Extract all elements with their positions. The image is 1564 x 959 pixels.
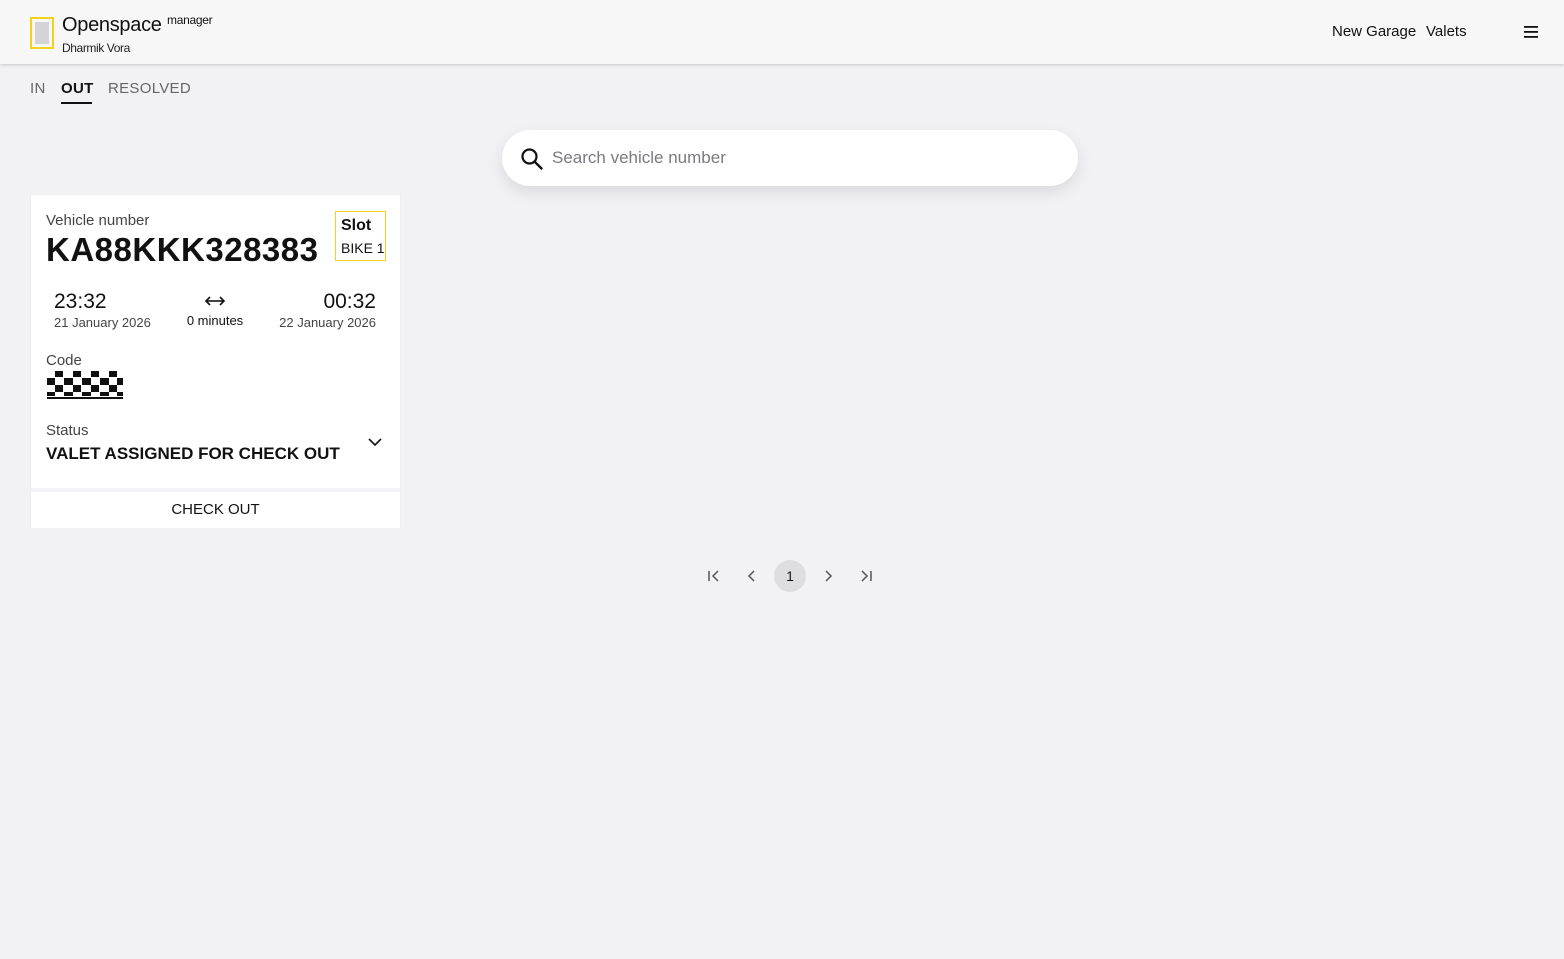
hamburger-menu-icon[interactable] xyxy=(1522,24,1540,40)
active-tab-indicator xyxy=(61,102,92,104)
first-page-button[interactable] xyxy=(698,560,730,592)
vehicle-number-label: Vehicle number xyxy=(46,212,150,229)
last-page-icon xyxy=(861,570,872,582)
vehicle-number: KA88KKK328383 xyxy=(46,231,319,268)
search-input[interactable] xyxy=(550,138,1050,178)
nav-new-garage[interactable]: New Garage xyxy=(1332,23,1416,40)
code-label: Code xyxy=(46,352,82,369)
slot-badge: Slot BIKE 1 xyxy=(335,211,386,261)
search-bar xyxy=(502,130,1078,186)
status-value: VALET ASSIGNED FOR CHECK OUT xyxy=(46,444,340,463)
status-label: Status xyxy=(46,422,89,439)
time-in: 23:32 xyxy=(54,290,107,313)
tab-out[interactable]: OUT xyxy=(61,80,94,97)
chevron-left-icon xyxy=(747,570,755,582)
tab-resolved[interactable]: RESOLVED xyxy=(108,80,191,97)
first-page-icon xyxy=(708,570,719,582)
logo[interactable] xyxy=(30,17,54,49)
duration-arrow-icon xyxy=(204,296,226,306)
vehicle-card: Vehicle number KA88KKK328383 Slot BIKE 1… xyxy=(30,194,401,528)
check-out-button[interactable]: CHECK OUT xyxy=(31,492,400,528)
app-header: Openspace manager Dharmik Vora New Garag… xyxy=(0,0,1564,64)
last-page-button[interactable] xyxy=(850,560,882,592)
chevron-right-icon xyxy=(825,570,833,582)
search-icon xyxy=(521,148,543,170)
date-out: 22 January 2026 xyxy=(279,315,376,330)
time-out: 00:32 xyxy=(323,290,376,313)
prev-page-button[interactable] xyxy=(736,560,768,592)
duration: 0 minutes xyxy=(186,313,244,328)
brand-tag: manager xyxy=(167,13,213,27)
slot-value: BIKE 1 xyxy=(341,240,385,256)
brand-title[interactable]: Openspace xyxy=(62,14,162,37)
next-page-button[interactable] xyxy=(812,560,844,592)
user-name: Dharmik Vora xyxy=(62,41,130,55)
page-number-button[interactable]: 1 xyxy=(774,560,806,592)
nav-valets[interactable]: Valets xyxy=(1426,23,1467,40)
chevron-down-icon[interactable] xyxy=(367,437,383,447)
slot-title: Slot xyxy=(341,217,372,234)
date-in: 21 January 2026 xyxy=(54,315,151,330)
tab-in[interactable]: IN xyxy=(30,80,46,97)
code-pattern-icon xyxy=(47,371,123,399)
